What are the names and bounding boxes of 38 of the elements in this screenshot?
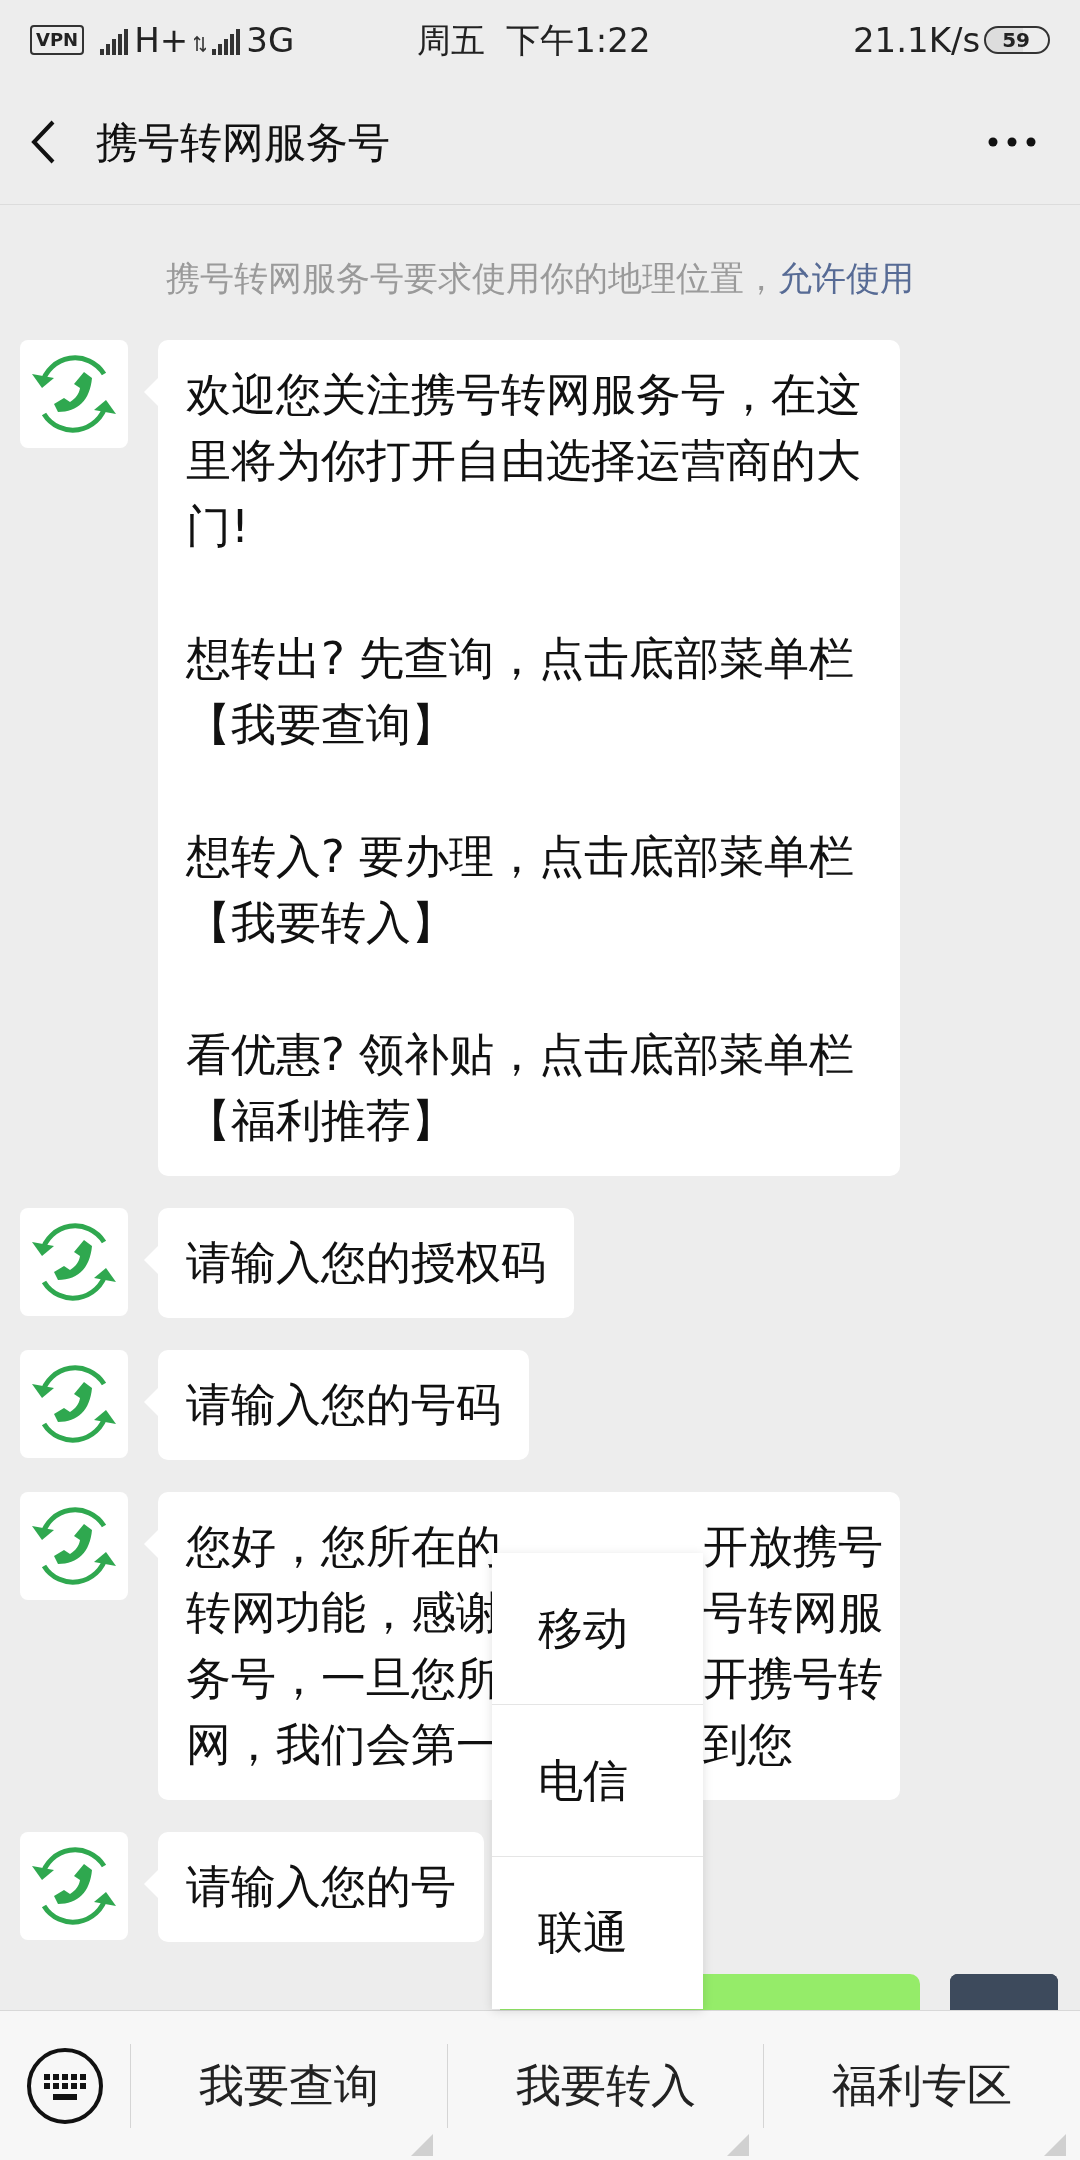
menu-button[interactable]: 我要转入 [446,2043,764,2128]
avatar-icon [20,1832,128,1940]
message-text: 想转入? 要办理，点击底部菜单栏【我要转入】 [186,829,856,951]
chat-title: 携号转网服务号 [96,116,390,169]
corner-triangle-icon [1044,2133,1066,2156]
vpn-badge: VPN [30,25,85,55]
avatar-icon [20,1492,128,1600]
message-text: 请输入您的号 [186,1859,456,1915]
location-notice: 携号转网服务号要求使用你的地理位置，允许使用 [165,257,915,300]
allow-link[interactable]: 允许使用 [778,258,914,298]
back-icon[interactable] [30,120,56,164]
message-text: 号转网服 [703,1585,883,1641]
more-icon[interactable] [988,137,1036,147]
corner-triangle-icon [727,2133,750,2156]
avatar-icon [20,1350,128,1458]
battery-indicator: 59 [984,26,1050,54]
avatar-icon [20,340,128,448]
status-time: 周五 下午1:22 [416,18,651,62]
message-text: 请输入您的号码 [186,1377,501,1433]
menu-item[interactable]: 联通 [492,1857,703,2009]
message-text: 开携号转 [703,1651,883,1707]
corner-triangle-icon [410,2133,433,2156]
keyboard-icon[interactable] [26,2046,104,2125]
network-type: 3G [246,18,295,62]
message-text: 开放携号 [703,1519,883,1575]
avatar-icon [20,1208,128,1316]
menu-button[interactable]: 我要查询 [130,2043,447,2128]
message-text: 请输入您的授权码 [186,1235,546,1291]
data-arrows-icon [194,35,207,53]
network-speed: 21.1K/s [853,18,981,62]
menu-item[interactable]: 电信 [492,1705,703,1857]
message-text: 欢迎您关注携号转网服务号，在这里将为你打开自由选择运营商的大门! [186,367,862,555]
network-type: H+ [134,18,189,62]
menu-button[interactable]: 福利专区 [763,2043,1080,2128]
message-text: 看优惠? 领补贴，点击底部菜单栏【福利推荐】 [186,1027,856,1149]
menu-item[interactable]: 移动 [492,1553,703,1705]
message-text: 到您 [703,1717,794,1773]
message-text: 想转出? 先查询，点击底部菜单栏【我要查询】 [186,631,856,753]
